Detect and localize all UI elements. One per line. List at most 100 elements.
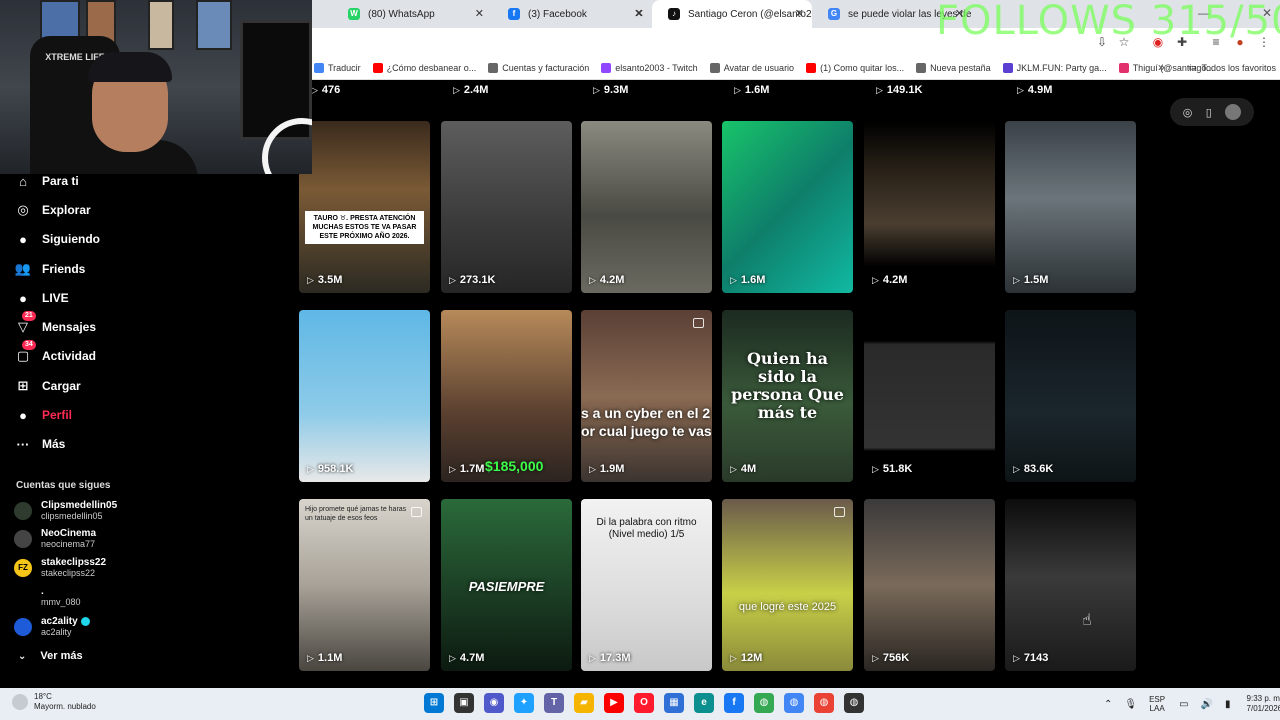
video-thumbnail-partial[interactable]: ▷ 149.1K [864, 80, 995, 102]
compass-icon[interactable]: ◎ [1183, 106, 1193, 119]
view-count-value: 958.1K [317, 463, 354, 475]
bookmark-item[interactable]: Avatar de usuario [709, 62, 794, 73]
folder-icon: ▭ [1188, 62, 1197, 72]
store-icon[interactable]: ▦ [664, 693, 684, 713]
bookmarks-overflow-icon[interactable]: » [1158, 60, 1165, 74]
video-thumbnail[interactable]: s a un cyber en el 2 or cual juego te va… [581, 310, 712, 482]
chrome-icon[interactable]: ◍ [754, 693, 774, 713]
browser-tab[interactable]: f (3) Facebook ✕ [492, 0, 652, 28]
nav-icon: ◎ [17, 202, 29, 217]
view-count-value: 2.4M [463, 84, 489, 96]
view-count: ▷ 2.4M [453, 84, 488, 96]
display-icon[interactable]: ▭ [1179, 699, 1188, 710]
sidebar-item-friends[interactable]: 👥 Friends [14, 258, 85, 280]
close-tab-icon[interactable]: ✕ [795, 7, 804, 20]
video-thumbnail[interactable]: ▷ 1.5M [1005, 121, 1136, 293]
chrome-3-icon[interactable]: ◍ [814, 693, 834, 713]
sidebar-item-siguiendo[interactable]: ● Siguiendo [14, 228, 100, 250]
video-thumbnail[interactable]: TAURO ♉. PRESTA ATENCIÓN MUCHAS ESTOS TE… [299, 121, 430, 293]
youtube-icon[interactable]: ▶ [604, 693, 624, 713]
chrome-2-icon[interactable]: ◍ [784, 693, 804, 713]
opera-icon[interactable]: O [634, 693, 654, 713]
close-tab-icon[interactable]: ✕ [475, 7, 484, 20]
bookmark-item[interactable]: JKLM.FUN: Party ga... [1002, 62, 1107, 73]
cloud-icon [12, 694, 28, 710]
followed-account[interactable]: NeoCinema neocinema77 [14, 526, 96, 552]
sidebar-item-perfil[interactable]: ● Perfil [14, 404, 72, 426]
chat-icon[interactable]: ◉ [484, 693, 504, 713]
video-thumbnail-partial[interactable]: ▷ 476 [299, 80, 430, 102]
followed-account[interactable]: FZ stakeclipss22 stakeclipss22 [14, 555, 106, 581]
video-thumbnail[interactable]: ▷ 1.6M [722, 121, 853, 293]
battery-icon[interactable]: ▮ [1225, 699, 1231, 710]
followed-account[interactable]: Clipsmedellin05 clipsmedellin05 [14, 498, 117, 524]
followed-account[interactable]: ac2ality ac2ality [14, 614, 90, 640]
close-tab-icon[interactable]: ✕ [635, 7, 644, 20]
windows-start-icon[interactable]: ⊞ [424, 693, 444, 713]
video-thumbnail[interactable]: ▷ 756K [864, 499, 995, 671]
screen: { "overlay_text": "FOLLOWS 315/500", "br… [0, 0, 1280, 720]
video-thumbnail-partial[interactable]: ▷ 9.3M [581, 80, 712, 102]
video-thumbnail[interactable]: que logré este 2025 ▷ 12M [722, 499, 853, 671]
followed-account[interactable]: . mmv_080 [14, 584, 81, 610]
browser-tab[interactable]: W (80) WhatsApp ✕ [332, 0, 492, 28]
avatar[interactable] [1225, 104, 1242, 120]
edge-icon[interactable]: e [694, 693, 714, 713]
video-thumbnail[interactable]: ▷ 958.1K [299, 310, 430, 482]
video-thumbnail[interactable]: ▷ 7143 [1005, 499, 1136, 671]
video-caption: que logré este 2025 [738, 601, 837, 613]
sidebar-item-live[interactable]: ● LIVE [14, 287, 69, 309]
video-thumbnail[interactable]: $185,000 ▷ 1.7M [441, 310, 572, 482]
bookmark-item[interactable]: Cuentas y facturación [488, 62, 589, 73]
browser-tab[interactable]: ♪ Santiago Ceron (@elsanto2003✕ [652, 0, 812, 28]
see-more-button[interactable]: ⌄ Ver más [18, 650, 83, 662]
bookmark-item[interactable]: elsanto2003 - Twitch [601, 62, 698, 73]
play-icon: ▷ [730, 274, 737, 285]
nav-icon: ··· [16, 436, 30, 452]
view-count-value: 4.2M [599, 274, 625, 286]
account-name: . [41, 586, 81, 597]
bookmark-item[interactable]: Nueva pestaña [916, 62, 991, 73]
account-handle: stakeclipss22 [41, 568, 96, 578]
video-thumbnail[interactable]: Quien ha sido la persona Que más te ▷ 4M [722, 310, 853, 482]
account-name-text: . [41, 586, 44, 597]
video-thumbnail[interactable]: Hijo promete qué jamas te haras un tatua… [299, 499, 430, 671]
video-thumbnail[interactable]: ▷ 4.2M [581, 121, 712, 293]
sidebar-item-mensajes[interactable]: ▽ 21 Mensajes [14, 311, 96, 338]
video-thumbnail-partial[interactable]: ▷ 1.6M [722, 80, 853, 102]
sidebar-item-explorar[interactable]: ◎ Explorar [14, 199, 90, 221]
video-thumbnail[interactable]: ▷ 273.1K [441, 121, 572, 293]
video-thumbnail[interactable]: ▷ 83.6K [1005, 310, 1136, 482]
video-thumbnail[interactable]: Di la palabra con ritmo (Nivel medio) 1/… [581, 499, 712, 671]
copilot-icon[interactable]: ✦ [514, 693, 534, 713]
view-count-value: 149.1K [886, 84, 923, 96]
sidebar-item-ms[interactable]: ··· Más [14, 433, 66, 455]
sidebar-item-actividad[interactable]: ▢ 34 Actividad [14, 340, 96, 367]
chrome-4-icon[interactable]: ◍ [844, 693, 864, 713]
bookmark-item[interactable]: Traducir [314, 62, 361, 73]
view-count-value: 9.3M [603, 84, 629, 96]
volume-icon[interactable]: 🔊 [1201, 699, 1213, 710]
avatar [14, 618, 32, 636]
bookmark-item[interactable]: ¿Cómo desbanear o... [372, 62, 476, 73]
file-explorer-icon[interactable]: ▰ [574, 693, 594, 713]
chevron-up-icon[interactable]: ⌃ [1104, 699, 1112, 710]
video-thumbnail[interactable]: PASIEMPRE ▷ 4.7M [441, 499, 572, 671]
weather-widget[interactable]: 18°C Mayorm. nublado [12, 692, 96, 712]
sidebar-item-cargar[interactable]: ⊞ Cargar [14, 375, 81, 397]
facebook-icon[interactable]: f [724, 693, 744, 713]
teams-icon[interactable]: T [544, 693, 564, 713]
device-icon[interactable]: ▯ [1206, 106, 1212, 119]
video-thumbnail-partial[interactable]: ▷ 4.9M [1005, 80, 1136, 102]
language-indicator[interactable]: ESP LAA [1149, 695, 1165, 713]
video-thumbnail-partial[interactable]: ▷ 2.4M [441, 80, 572, 102]
video-thumbnail[interactable]: ▷ 51.8K [864, 310, 995, 482]
clock[interactable]: 9:33 p. m. 7/01/2026 [1247, 694, 1280, 714]
view-count: ▷ 1.9M [589, 463, 624, 475]
microphone-icon[interactable]: 🎙 [1124, 699, 1137, 710]
tab-label: Santiago Ceron (@elsanto2003 [688, 8, 812, 20]
bookmark-item[interactable]: (1) Como quitar los... [806, 62, 904, 73]
task-view-icon[interactable]: ▣ [454, 693, 474, 713]
video-thumbnail[interactable]: ▷ 4.2M [864, 121, 995, 293]
all-bookmarks[interactable]: ▭ Todos los favoritos [1188, 62, 1276, 73]
